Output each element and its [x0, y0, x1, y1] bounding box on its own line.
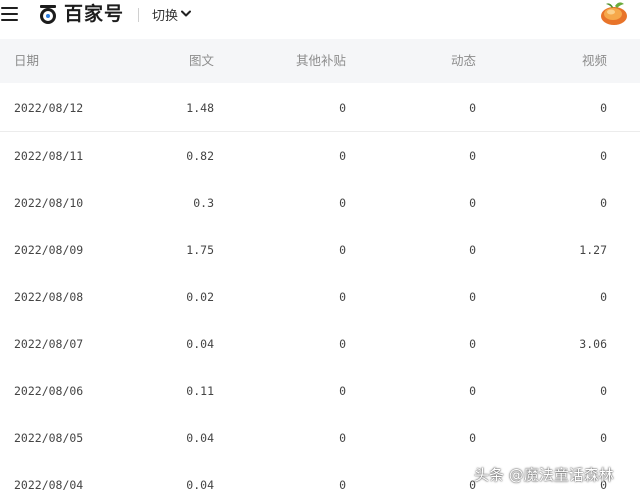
- cell-date: 2022/08/12: [14, 101, 84, 115]
- column-header-subsidy[interactable]: 其他补贴: [296, 53, 346, 69]
- column-header-article[interactable]: 图文: [189, 53, 214, 69]
- brand-logo[interactable]: 百家号: [38, 3, 124, 25]
- top-bar: 百家号 切换: [0, 0, 640, 30]
- cell-article: 0.04: [186, 478, 214, 492]
- cell-subsidy: 0: [339, 101, 346, 115]
- cell-subsidy: 0: [339, 149, 346, 163]
- user-avatar[interactable]: [599, 0, 629, 26]
- cell-video: 0: [600, 196, 607, 210]
- cell-subsidy: 0: [339, 290, 346, 304]
- cell-article: 0.11: [186, 384, 214, 398]
- cell-date: 2022/08/04: [14, 478, 84, 492]
- table-row: 2022/08/07 0.04 0 0 3.06: [0, 320, 640, 368]
- earnings-page: 百家号 切换 日期 图文 其他补贴 动态 视频 2022/08/12 1.48 …: [0, 0, 640, 497]
- table-row: 2022/08/06 0.11 0 0 0: [0, 367, 640, 415]
- cell-dynamic: 0: [469, 290, 476, 304]
- table-row: 2022/08/10 0.3 0 0 0: [0, 179, 640, 227]
- column-header-date[interactable]: 日期: [14, 53, 39, 69]
- baijiahao-logo-icon: [40, 5, 56, 24]
- cell-article: 0.82: [186, 149, 214, 163]
- cell-video: 1.27: [579, 243, 607, 257]
- brand-name: 百家号: [64, 3, 125, 25]
- column-header-video[interactable]: 视频: [582, 53, 607, 69]
- cell-article: 0.04: [186, 337, 214, 351]
- cell-subsidy: 0: [339, 384, 346, 398]
- header-divider: [138, 8, 139, 22]
- switch-label: 切换: [152, 8, 179, 24]
- cell-dynamic: 0: [469, 101, 476, 115]
- cell-article: 1.48: [186, 101, 214, 115]
- cell-subsidy: 0: [339, 431, 346, 445]
- cell-article: 0.3: [193, 196, 214, 210]
- cell-subsidy: 0: [339, 196, 346, 210]
- table-row: 2022/08/12 1.48 0 0 0: [0, 84, 640, 132]
- hamburger-menu-icon[interactable]: [1, 6, 19, 22]
- cell-dynamic: 0: [469, 149, 476, 163]
- cell-date: 2022/08/08: [14, 290, 84, 304]
- table-row: 2022/08/09 1.75 0 0 1.27: [0, 226, 640, 274]
- cell-video: 0: [600, 101, 607, 115]
- cell-date: 2022/08/07: [14, 337, 84, 351]
- cell-video: 0: [600, 290, 607, 304]
- cell-dynamic: 0: [469, 384, 476, 398]
- cell-video: 0: [600, 149, 607, 163]
- table-row: 2022/08/08 0.02 0 0 0: [0, 273, 640, 321]
- cell-article: 0.04: [186, 431, 214, 445]
- cell-dynamic: 0: [469, 337, 476, 351]
- cell-article: 0.02: [186, 290, 214, 304]
- cell-date: 2022/08/11: [14, 149, 84, 163]
- cell-dynamic: 0: [469, 196, 476, 210]
- cell-article: 1.75: [186, 243, 214, 257]
- cell-dynamic: 0: [469, 431, 476, 445]
- cell-video: 3.06: [579, 337, 607, 351]
- table-row: 2022/08/05 0.04 0 0 0: [0, 414, 640, 462]
- cell-video: 0: [600, 431, 607, 445]
- cell-video: 0: [600, 384, 607, 398]
- cell-date: 2022/08/09: [14, 243, 84, 257]
- chevron-down-icon: [181, 10, 192, 17]
- cell-subsidy: 0: [339, 478, 346, 492]
- column-header-dynamic[interactable]: 动态: [451, 53, 476, 69]
- table-header: 日期 图文 其他补贴 动态 视频: [0, 39, 640, 83]
- account-switch-button[interactable]: 切换: [152, 5, 192, 24]
- cell-dynamic: 0: [469, 243, 476, 257]
- cell-date: 2022/08/06: [14, 384, 84, 398]
- watermark: 头条 @魔法童话森林: [474, 466, 614, 484]
- cell-date: 2022/08/10: [14, 196, 84, 210]
- table-row: 2022/08/11 0.82 0 0 0: [0, 132, 640, 180]
- cell-subsidy: 0: [339, 243, 346, 257]
- cell-subsidy: 0: [339, 337, 346, 351]
- cell-date: 2022/08/05: [14, 431, 84, 445]
